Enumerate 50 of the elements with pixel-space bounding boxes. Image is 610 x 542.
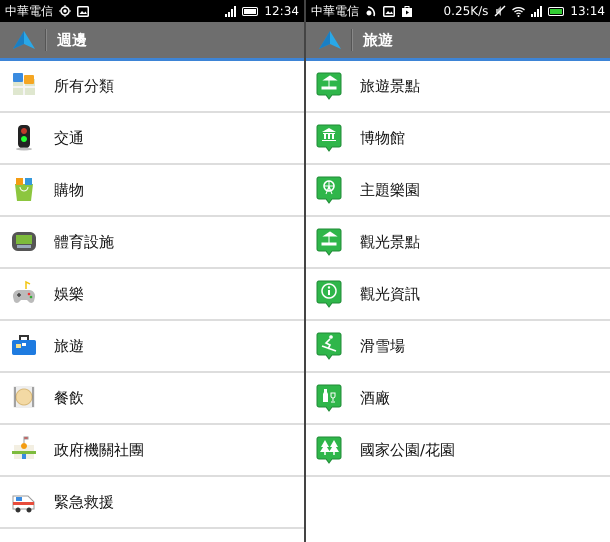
arrow-logo-icon [13,31,35,49]
plate-icon [13,386,35,408]
museum-pin-icon [316,124,342,152]
screen-title: 旅遊 [363,30,393,50]
signal-icon [531,6,542,16]
building-icon [12,436,36,459]
location-icon [59,5,71,17]
clock: 12:34 [264,4,299,18]
category-item[interactable]: 旅遊 [0,321,304,373]
signal-icon [225,6,236,16]
network-speed: 0.25K/s [444,4,488,18]
mute-icon [494,5,506,17]
category-item[interactable]: 購物 [0,165,304,217]
arrow-logo-icon [319,31,341,49]
wifi-icon [512,6,526,16]
carrier-name: 中華電信 [311,2,359,20]
category-item[interactable]: 國家公園/花園 [306,425,610,477]
map-icon [12,73,36,96]
traffic-light-icon [16,125,32,150]
skier-pin-icon [316,332,342,360]
category-item[interactable]: 政府機關社團 [0,425,304,477]
category-item[interactable]: 所有分類 [0,61,304,113]
carrier-name: 中華電信 [5,2,53,20]
beach-pin-icon [316,72,342,100]
category-item[interactable]: 體育設施 [0,217,304,269]
briefcase-icon [12,335,36,355]
ambulance-icon [12,496,34,512]
category-item[interactable]: 觀光景點 [306,217,610,269]
trees-pin-icon [316,436,342,464]
image-icon [77,6,89,16]
beach-pin-icon [316,228,342,256]
category-item[interactable]: 酒廠 [306,373,610,425]
shopping-bag-icon [15,178,33,201]
category-item[interactable]: 觀光資訊 [306,269,610,321]
category-item[interactable]: 娛樂 [0,269,304,321]
wine-pin-icon [316,384,342,412]
clock: 13:14 [570,4,605,18]
category-item[interactable]: 交通 [0,113,304,165]
image-icon [383,6,395,16]
info-pin-icon [316,280,342,308]
ferris-wheel-pin-icon [316,176,342,204]
category-item[interactable]: 緊急救援 [0,477,304,529]
category-item[interactable]: 博物館 [306,113,610,165]
bag-icon [401,5,413,17]
category-item[interactable]: 餐飲 [0,373,304,425]
category-item[interactable]: 主題樂園 [306,165,610,217]
screen-title: 週邊 [57,30,87,50]
category-item[interactable]: 滑雪場 [306,321,610,373]
category-item[interactable]: 旅遊景點 [306,61,610,113]
gamepad-icon [12,280,36,303]
